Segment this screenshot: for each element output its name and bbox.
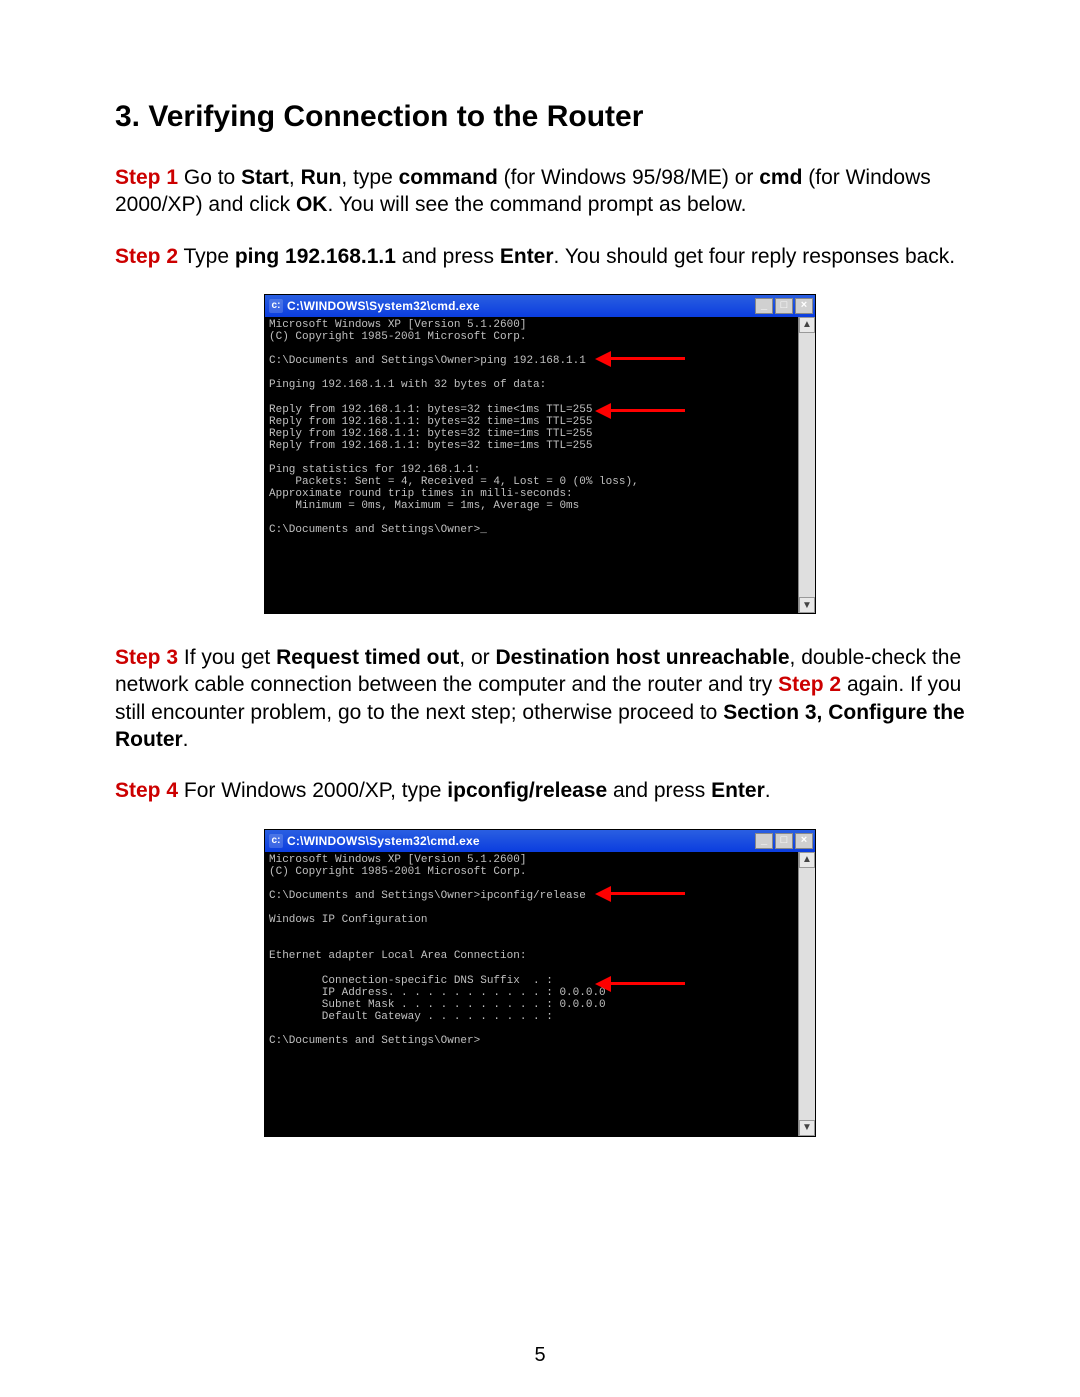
section-heading: 3. Verifying Connection to the Router (115, 100, 965, 134)
cmd-icon: c: (269, 299, 283, 313)
titlebar: c: C:\WINDOWS\System32\cmd.exe _ □ × (265, 295, 815, 317)
close-button[interactable]: × (795, 833, 813, 849)
scroll-track[interactable] (799, 333, 815, 597)
minimize-button[interactable]: _ (755, 833, 773, 849)
close-button[interactable]: × (795, 298, 813, 314)
scroll-up-icon[interactable]: ▲ (799, 852, 815, 868)
cmd-window-ipconfig: c: C:\WINDOWS\System32\cmd.exe _ □ × Mic… (264, 829, 816, 1137)
cmd-window-ping: c: C:\WINDOWS\System32\cmd.exe _ □ × Mic… (264, 294, 816, 614)
step2-label: Step 2 (115, 245, 178, 268)
cmd-icon: c: (269, 834, 283, 848)
scrollbar[interactable]: ▲ ▼ (798, 852, 815, 1136)
terminal-output: Microsoft Windows XP [Version 5.1.2600] … (265, 317, 798, 613)
scroll-up-icon[interactable]: ▲ (799, 317, 815, 333)
step3-paragraph: Step 3 If you get Request timed out, or … (115, 644, 965, 753)
scroll-down-icon[interactable]: ▼ (799, 597, 815, 613)
step4-paragraph: Step 4 For Windows 2000/XP, type ipconfi… (115, 777, 965, 804)
step2-paragraph: Step 2 Type ping 192.168.1.1 and press E… (115, 243, 965, 270)
step1-label: Step 1 (115, 166, 178, 189)
scroll-down-icon[interactable]: ▼ (799, 1120, 815, 1136)
terminal-output: Microsoft Windows XP [Version 5.1.2600] … (265, 852, 798, 1136)
callout-arrow (605, 982, 685, 985)
scrollbar[interactable]: ▲ ▼ (798, 317, 815, 613)
step4-label: Step 4 (115, 779, 178, 802)
window-title: C:\WINDOWS\System32\cmd.exe (287, 834, 753, 848)
titlebar: c: C:\WINDOWS\System32\cmd.exe _ □ × (265, 830, 815, 852)
step3-label: Step 3 (115, 646, 178, 669)
scroll-track[interactable] (799, 868, 815, 1120)
page-number: 5 (0, 1344, 1080, 1367)
callout-arrow (605, 892, 685, 895)
maximize-button[interactable]: □ (775, 298, 793, 314)
window-title: C:\WINDOWS\System32\cmd.exe (287, 299, 753, 313)
minimize-button[interactable]: _ (755, 298, 773, 314)
maximize-button[interactable]: □ (775, 833, 793, 849)
step1-paragraph: Step 1 Go to Start, Run, type command (f… (115, 164, 965, 219)
callout-arrow (605, 409, 685, 412)
callout-arrow (605, 357, 685, 360)
